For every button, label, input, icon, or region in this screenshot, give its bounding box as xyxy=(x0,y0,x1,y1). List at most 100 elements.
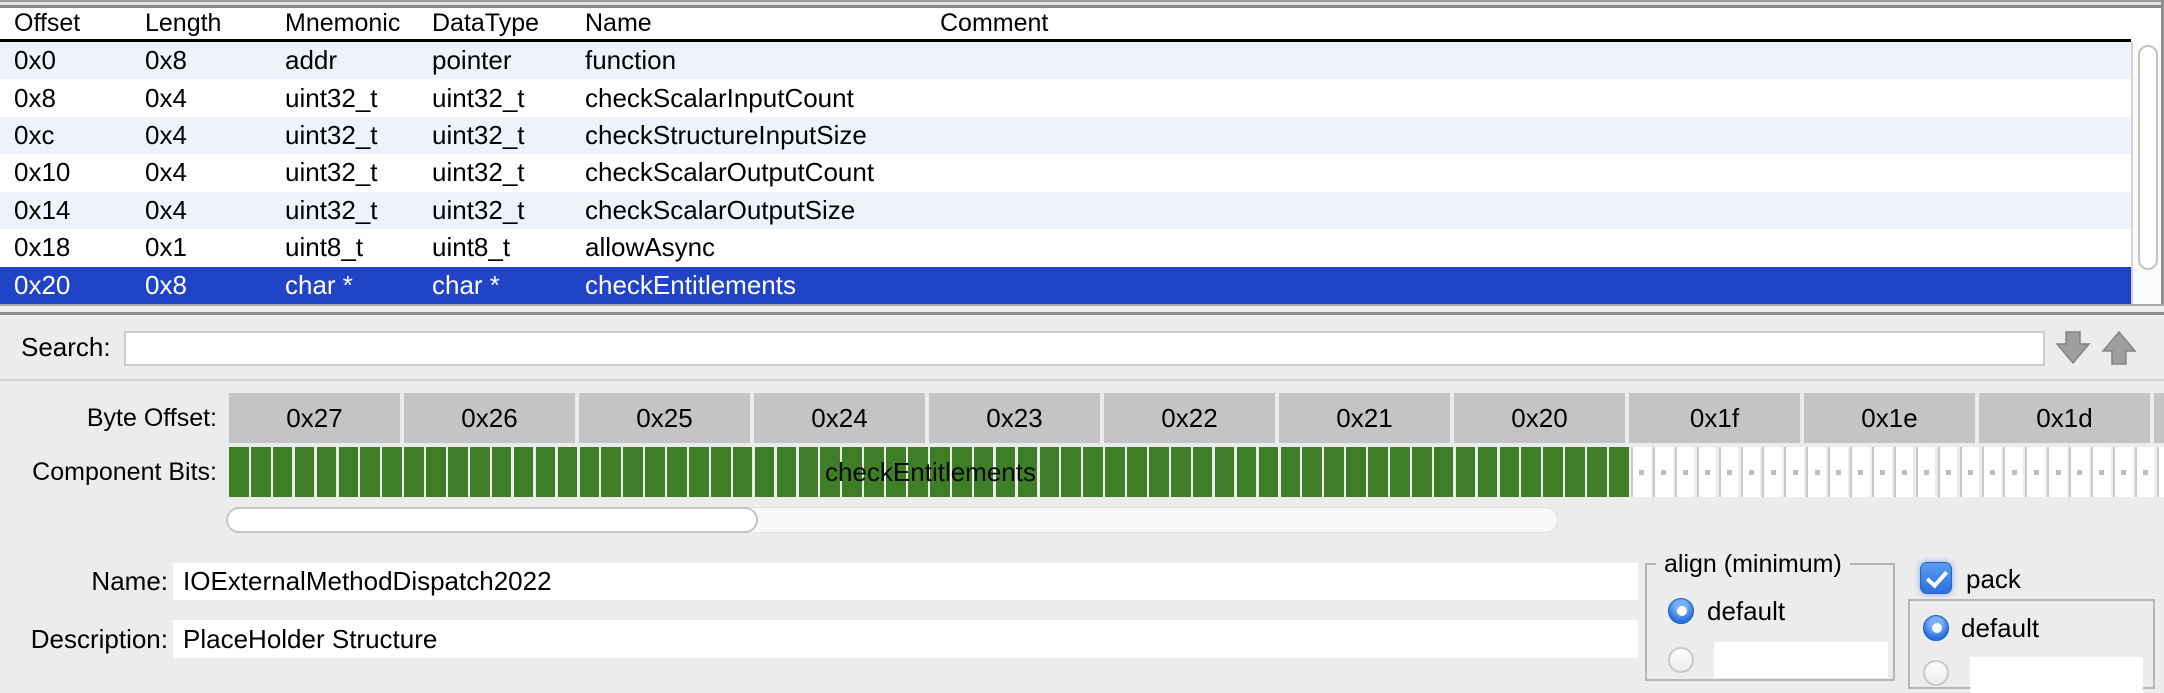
bit-cell-empty xyxy=(2157,447,2164,497)
bit-cell-empty xyxy=(2025,447,2045,497)
bit-cell-empty xyxy=(2091,447,2111,497)
bit-cell-filled xyxy=(1127,447,1147,497)
align-default-label: default xyxy=(1707,598,1785,624)
bit-cell-filled xyxy=(886,447,906,497)
table-row[interactable]: 0x80x4uint32_tuint32_tcheckScalarInputCo… xyxy=(0,79,2131,116)
align-custom-radio[interactable] xyxy=(1668,647,1694,673)
bit-cell-filled xyxy=(339,447,359,497)
cell-name: function xyxy=(571,45,926,76)
byte-offset-box: 0x22 xyxy=(1104,393,1275,443)
bit-cell-empty xyxy=(1806,447,1826,497)
column-header-comment[interactable]: Comment xyxy=(926,9,2131,38)
bit-cell-empty xyxy=(1916,447,1936,497)
bit-cell-filled xyxy=(1543,447,1563,497)
pack-checkbox[interactable] xyxy=(1920,562,1952,594)
bit-cell-filled xyxy=(1609,447,1629,497)
bit-cell-filled xyxy=(974,447,994,497)
bit-cell-empty xyxy=(1828,447,1848,497)
column-header-length[interactable]: Length xyxy=(131,9,271,38)
name-field[interactable]: IOExternalMethodDispatch2022 xyxy=(173,563,1638,600)
cell-offset: 0x0 xyxy=(0,45,131,76)
pack-custom-value-field[interactable] xyxy=(1970,657,2143,693)
bit-cell-filled xyxy=(1478,447,1498,497)
horizontal-scrollbar-thumb[interactable] xyxy=(226,507,758,533)
section-divider xyxy=(0,304,2164,316)
pack-custom-radio[interactable] xyxy=(1923,660,1949,686)
bit-cell-filled xyxy=(842,447,862,497)
bit-cell-filled xyxy=(1565,447,1585,497)
bit-cell-empty xyxy=(2113,447,2133,497)
cell-offset: 0x10 xyxy=(0,157,131,188)
bit-cell-filled xyxy=(1302,447,1322,497)
column-header-datatype[interactable]: DataType xyxy=(418,9,571,38)
vertical-scrollbar-thumb[interactable] xyxy=(2138,45,2158,270)
table-row[interactable]: 0xc0x4uint32_tuint32_tcheckStructureInpu… xyxy=(0,117,2131,154)
bit-cell-empty xyxy=(2047,447,2067,497)
bit-cell-filled xyxy=(382,447,402,497)
bit-cell-empty xyxy=(1872,447,1892,497)
bit-cell-filled xyxy=(536,447,556,497)
bit-cell-filled xyxy=(667,447,687,497)
bit-cell-filled xyxy=(820,447,840,497)
cell-length: 0x8 xyxy=(131,270,271,301)
column-header-name[interactable]: Name xyxy=(571,9,926,38)
cell-length: 0x4 xyxy=(131,83,271,114)
bit-cell-filled xyxy=(426,447,446,497)
bit-cell-filled xyxy=(1346,447,1366,497)
component-bits-label: Component Bits: xyxy=(0,447,217,497)
search-next-button[interactable] xyxy=(2100,330,2138,366)
cell-length: 0x8 xyxy=(131,45,271,76)
window-top-border xyxy=(0,0,2164,8)
bit-cell-filled xyxy=(952,447,972,497)
search-previous-button[interactable] xyxy=(2054,330,2092,366)
down-arrow-icon xyxy=(2054,330,2092,366)
cell-offset: 0x18 xyxy=(0,232,131,263)
column-header-mnemonic[interactable]: Mnemonic xyxy=(271,9,418,38)
cell-datatype: uint32_t xyxy=(418,120,571,151)
cell-offset: 0x14 xyxy=(0,195,131,226)
table-header: Offset Length Mnemonic DataType Name Com… xyxy=(0,8,2131,39)
bit-cell-empty xyxy=(1894,447,1914,497)
bit-cell-filled xyxy=(1149,447,1169,497)
cell-mnemonic: uint32_t xyxy=(271,120,418,151)
cell-mnemonic: uint8_t xyxy=(271,232,418,263)
table-row-selected[interactable]: 0x200x8char *char *checkEntitlements xyxy=(0,267,2131,304)
byte-offset-box: 0x25 xyxy=(579,393,750,443)
bit-cell-empty xyxy=(1982,447,2002,497)
bit-cell-empty xyxy=(1697,447,1717,497)
table-row[interactable]: 0x100x4uint32_tuint32_tcheckScalarOutput… xyxy=(0,154,2131,191)
description-label: Description: xyxy=(0,620,168,658)
bit-cell-empty xyxy=(1960,447,1980,497)
table-body: 0x00x8addrpointerfunction0x80x4uint32_tu… xyxy=(0,42,2131,304)
bit-cell-empty xyxy=(1850,447,1870,497)
bit-cell-filled xyxy=(514,447,534,497)
align-default-radio[interactable] xyxy=(1668,598,1694,624)
table-row[interactable]: 0x180x1uint8_tuint8_tallowAsync xyxy=(0,229,2131,266)
bit-cell-filled xyxy=(229,447,249,497)
pack-default-radio[interactable] xyxy=(1923,615,1949,641)
bit-cell-filled xyxy=(448,447,468,497)
byte-offset-box: 0x1e xyxy=(1804,393,1975,443)
bit-cell-empty xyxy=(1762,447,1782,497)
table-row[interactable]: 0x00x8addrpointerfunction xyxy=(0,42,2131,79)
bit-cell-filled xyxy=(1083,447,1103,497)
bit-cell-filled xyxy=(360,447,380,497)
bit-cell-filled xyxy=(251,447,271,497)
cell-mnemonic: addr xyxy=(271,45,418,76)
vertical-scrollbar[interactable] xyxy=(2131,42,2163,304)
bit-cell-filled xyxy=(711,447,731,497)
description-field[interactable]: PlaceHolder Structure xyxy=(173,620,1638,658)
search-label: Search: xyxy=(21,316,111,379)
search-input[interactable] xyxy=(124,331,2045,366)
cell-datatype: pointer xyxy=(418,45,571,76)
bit-cell-filled xyxy=(1193,447,1213,497)
bit-cell-empty xyxy=(1741,447,1761,497)
cell-name: checkScalarOutputCount xyxy=(571,157,926,188)
bit-cell-filled xyxy=(1412,447,1432,497)
bit-cell-filled xyxy=(645,447,665,497)
bit-cell-filled xyxy=(864,447,884,497)
align-custom-value-field[interactable] xyxy=(1714,642,1888,678)
bit-cell-filled xyxy=(689,447,709,497)
table-row[interactable]: 0x140x4uint32_tuint32_tcheckScalarOutput… xyxy=(0,192,2131,229)
column-header-offset[interactable]: Offset xyxy=(0,9,131,38)
